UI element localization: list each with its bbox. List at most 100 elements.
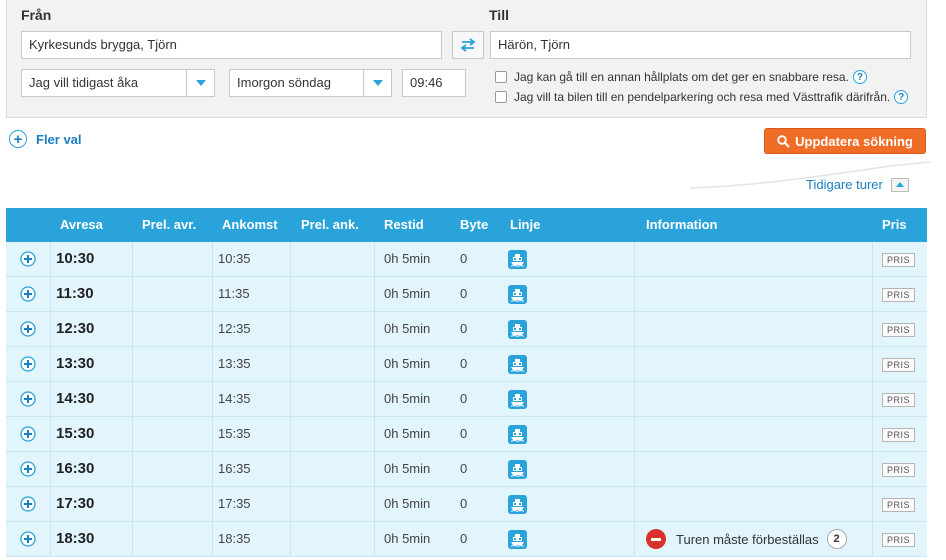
travel-duration: 0h 5min — [384, 321, 431, 336]
park-ride-checkbox[interactable] — [495, 91, 507, 103]
expand-trip-icon[interactable] — [20, 391, 36, 407]
ferry-icon[interactable] — [508, 460, 527, 479]
table-row: 16:30 16:35 0h 5min 0 PRIS — [6, 452, 927, 487]
price-button[interactable]: PRIS — [882, 498, 915, 512]
information-text: Turen måste förbeställas — [676, 531, 819, 547]
table-row: 18:30 18:35 0h 5min 0 PRIS Turen måste f… — [6, 522, 927, 557]
time-input[interactable]: 09:46 — [402, 69, 466, 97]
table-row: 17:30 17:35 0h 5min 0 PRIS — [6, 487, 927, 522]
faster-stop-label: Jag kan gå till en annan hållplats om de… — [514, 70, 849, 84]
table-row: 15:30 15:35 0h 5min 0 PRIS — [6, 417, 927, 452]
no-entry-icon — [646, 529, 666, 549]
ferry-icon[interactable] — [508, 320, 527, 339]
swap-button[interactable] — [452, 31, 484, 59]
chevron-up-icon[interactable] — [890, 177, 909, 192]
time-mode-select[interactable]: Jag vill tidigast åka — [21, 69, 215, 97]
arrival-time: 15:35 — [218, 426, 251, 441]
expand-trip-icon[interactable] — [20, 461, 36, 477]
help-icon[interactable]: ? — [894, 90, 909, 104]
changes-count: 0 — [460, 496, 468, 511]
arrival-time: 11:35 — [218, 286, 250, 301]
to-input[interactable]: Härön, Tjörn — [490, 31, 911, 59]
option-faster-stop[interactable]: Jag kan gå till en annan hållplats om de… — [495, 70, 867, 84]
table-row: 14:30 14:35 0h 5min 0 PRIS — [6, 382, 927, 417]
departure-time: 16:30 — [56, 460, 95, 477]
header-changes: Byte — [460, 217, 489, 232]
arrival-time: 17:35 — [218, 496, 251, 511]
price-button[interactable]: PRIS — [882, 253, 915, 267]
expand-trip-icon[interactable] — [20, 496, 36, 512]
ferry-icon[interactable] — [508, 285, 527, 304]
departure-time: 10:30 — [56, 250, 95, 267]
expand-trip-icon[interactable] — [20, 251, 36, 267]
header-information: Information — [646, 217, 718, 232]
travel-duration: 0h 5min — [384, 496, 431, 511]
information-count-badge[interactable]: 2 — [826, 529, 847, 549]
day-value: Imorgon söndag — [237, 75, 331, 90]
table-body: 10:30 10:35 0h 5min 0 PRIS 11:30 11:35 0… — [6, 242, 927, 557]
swap-arrows-icon — [460, 38, 476, 52]
price-button[interactable]: PRIS — [882, 428, 915, 442]
price-button[interactable]: PRIS — [882, 358, 915, 372]
ferry-icon[interactable] — [508, 390, 527, 409]
price-button[interactable]: PRIS — [882, 533, 915, 547]
departure-time: 11:30 — [56, 285, 94, 302]
ferry-icon[interactable] — [508, 425, 527, 444]
price-button[interactable]: PRIS — [882, 463, 915, 477]
changes-count: 0 — [460, 391, 468, 406]
departure-time: 15:30 — [56, 425, 95, 442]
departure-time: 13:30 — [56, 355, 95, 372]
travel-duration: 0h 5min — [384, 251, 431, 266]
day-select[interactable]: Imorgon söndag — [229, 69, 392, 97]
table-row: 12:30 12:35 0h 5min 0 PRIS — [6, 312, 927, 347]
travel-duration: 0h 5min — [384, 531, 431, 546]
plus-icon: + — [9, 130, 27, 148]
changes-count: 0 — [460, 531, 468, 546]
changes-count: 0 — [460, 251, 468, 266]
departure-time: 12:30 — [56, 320, 95, 337]
ferry-icon[interactable] — [508, 530, 527, 549]
earlier-trips-link[interactable]: Tidigare turer — [806, 177, 909, 192]
travel-duration: 0h 5min — [384, 426, 431, 441]
travel-duration: 0h 5min — [384, 286, 431, 301]
changes-count: 0 — [460, 321, 468, 336]
changes-count: 0 — [460, 426, 468, 441]
help-icon[interactable]: ? — [852, 70, 867, 84]
more-options-link[interactable]: + Fler val — [9, 130, 82, 148]
travel-duration: 0h 5min — [384, 356, 431, 371]
header-arrival: Ankomst — [222, 217, 278, 232]
expand-trip-icon[interactable] — [20, 356, 36, 372]
earlier-trips-label: Tidigare turer — [806, 177, 883, 192]
more-options-label: Fler val — [36, 131, 82, 147]
update-search-button[interactable]: Uppdatera sökning — [764, 128, 926, 154]
departure-time: 17:30 — [56, 495, 95, 512]
search-icon — [777, 134, 790, 148]
departure-time: 18:30 — [56, 530, 95, 547]
price-button[interactable]: PRIS — [882, 393, 915, 407]
header-duration: Restid — [384, 217, 424, 232]
arrival-time: 12:35 — [218, 321, 251, 336]
time-mode-value: Jag vill tidigast åka — [29, 75, 139, 90]
to-label: Till — [489, 7, 509, 23]
chevron-down-icon — [186, 70, 214, 96]
ferry-icon[interactable] — [508, 250, 527, 269]
results-table: Avresa Prel. avr. Ankomst Prel. ank. Res… — [6, 208, 927, 557]
park-ride-label: Jag vill ta bilen till en pendelparkerin… — [514, 90, 891, 104]
table-row: 10:30 10:35 0h 5min 0 PRIS — [6, 242, 927, 277]
expand-trip-icon[interactable] — [20, 286, 36, 302]
update-search-label: Uppdatera sökning — [795, 133, 913, 149]
chevron-down-icon — [363, 70, 391, 96]
option-park-ride[interactable]: Jag vill ta bilen till en pendelparkerin… — [495, 90, 909, 104]
expand-trip-icon[interactable] — [20, 531, 36, 547]
faster-stop-checkbox[interactable] — [495, 71, 507, 83]
travel-duration: 0h 5min — [384, 461, 431, 476]
price-button[interactable]: PRIS — [882, 323, 915, 337]
header-prel-arrival: Prel. ank. — [301, 217, 359, 232]
ferry-icon[interactable] — [508, 495, 527, 514]
expand-trip-icon[interactable] — [20, 321, 36, 337]
from-input[interactable]: Kyrkesunds brygga, Tjörn — [21, 31, 442, 59]
ferry-icon[interactable] — [508, 355, 527, 374]
expand-trip-icon[interactable] — [20, 426, 36, 442]
price-button[interactable]: PRIS — [882, 288, 915, 302]
table-header: Avresa Prel. avr. Ankomst Prel. ank. Res… — [6, 208, 927, 242]
